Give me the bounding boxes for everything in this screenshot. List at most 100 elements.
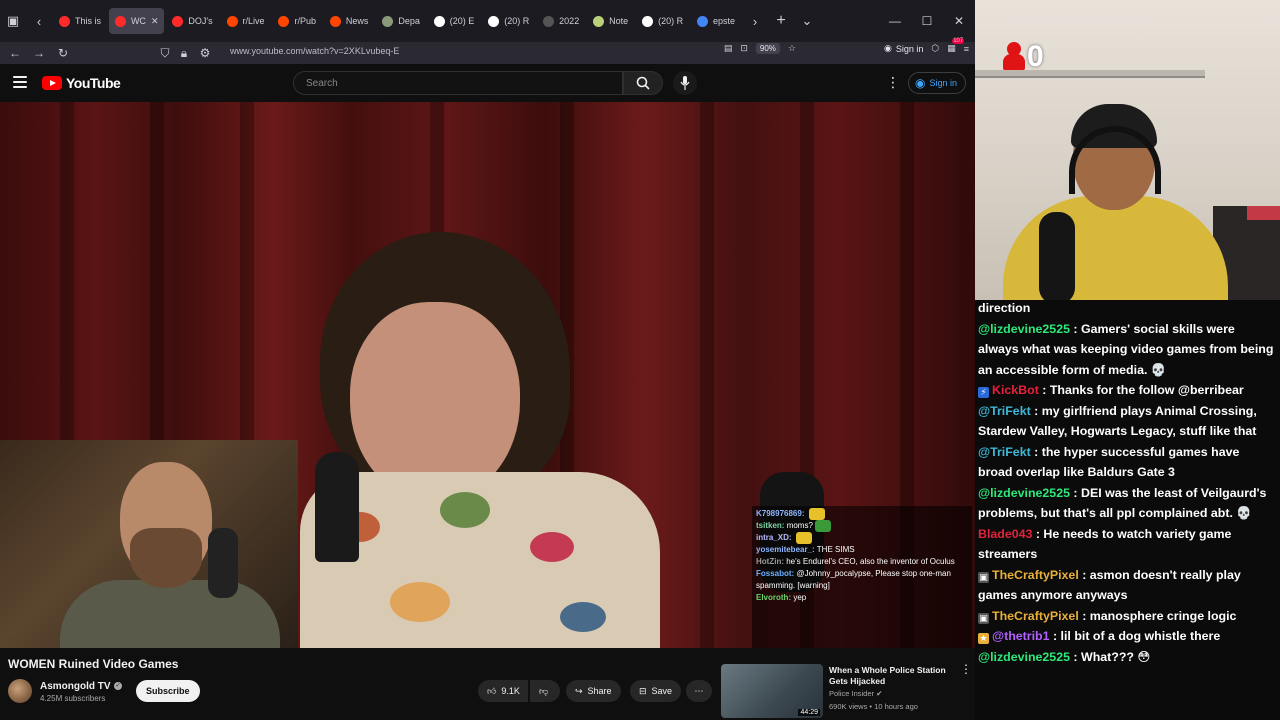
tab-favicon-icon xyxy=(59,15,70,27)
url-bar[interactable]: www.youtube.com/watch?v=2XKLvubeq-E xyxy=(230,46,399,56)
chat-message: @TriFekt : my girlfriend plays Animal Cr… xyxy=(978,401,1276,442)
browser-tab[interactable]: r/Live xyxy=(221,8,271,34)
recommended-title[interactable]: When a Whole Police Station Gets Hijacke… xyxy=(829,665,959,687)
tab-label: (20) E xyxy=(449,16,475,26)
browser-tab[interactable]: r/Pub xyxy=(272,8,321,34)
chat-username[interactable]: @lizdevine2525 xyxy=(978,322,1070,336)
subscribe-button[interactable]: Subscribe xyxy=(136,680,200,702)
youtube-header: YouTube Search ⋮ ◉ Sign in xyxy=(0,64,975,102)
browser-tab[interactable]: 2022 xyxy=(537,8,585,34)
follower-counter: 0 xyxy=(1003,40,1044,74)
tab-favicon-icon xyxy=(593,15,605,27)
chat-username[interactable]: Blade043 xyxy=(978,527,1032,541)
youtube-sign-in-button[interactable]: ◉ Sign in xyxy=(908,72,967,94)
chat-username[interactable]: KickBot xyxy=(992,383,1039,397)
chat-username[interactable]: TheCraftyPixel xyxy=(992,568,1079,582)
overlay-chat-message: intra_XD: xyxy=(756,532,968,545)
notifications-icon[interactable]: ▦ 107 xyxy=(947,38,965,54)
browser-tab[interactable]: WC ✕ xyxy=(108,8,165,34)
channel-avatar[interactable] xyxy=(8,679,32,703)
list-tabs-icon[interactable]: ⌄ xyxy=(794,8,820,34)
search-button[interactable] xyxy=(623,71,663,95)
bookmark-star-icon[interactable]: ☆ xyxy=(788,43,796,54)
video-player[interactable]: K798976869: tsitken: moms? intra_XD: yose… xyxy=(0,102,975,648)
reader-view-icon[interactable]: ▤ xyxy=(724,43,733,54)
search-input[interactable]: Search xyxy=(293,71,623,95)
maximize-icon[interactable]: ☐ xyxy=(911,14,943,28)
chat-username[interactable]: TheCraftyPixel xyxy=(992,609,1079,623)
browser-nav-bar: ← → ↻ ⛉ 🔒︎ ⚙ www.youtube.com/watch?v=2XK… xyxy=(0,38,975,64)
scroll-tabs-right-icon[interactable]: › xyxy=(742,8,768,34)
recommended-thumbnail[interactable]: 44:29 xyxy=(721,664,823,718)
overlay-chat-text: moms? xyxy=(786,521,813,531)
chat-message: @lizdevine2525 : DEI was the least of Ve… xyxy=(978,483,1276,524)
recommended-channel[interactable]: Police Insider ✔ xyxy=(829,689,882,698)
channel-name[interactable]: Asmongold TV xyxy=(40,681,111,692)
tab-label: News xyxy=(345,16,369,26)
tab-favicon-icon xyxy=(543,15,555,27)
new-tab-icon[interactable]: + xyxy=(768,8,794,34)
nav-right-group: ▤ ⊡ 90% ☆ ◉ Sign in ⬡ ▦ 107 ≡ xyxy=(724,38,969,54)
scroll-tabs-left-icon[interactable]: ‹ xyxy=(26,8,52,34)
overlay-chat: K798976869: tsitken: moms? intra_XD: yose… xyxy=(752,506,972,648)
tab-favicon-icon xyxy=(433,15,445,27)
chat-message: @lizdevine2525 : Gamers' social skills w… xyxy=(978,319,1276,381)
like-count: 9.1K xyxy=(501,686,520,696)
guide-menu-icon[interactable] xyxy=(13,76,27,88)
youtube-logo[interactable]: YouTube xyxy=(42,75,121,91)
browser-tab[interactable]: Note xyxy=(587,8,634,34)
tab-favicon-icon xyxy=(488,15,500,27)
tab-overview-icon[interactable]: ▣ xyxy=(0,8,26,34)
screenshot-icon[interactable]: ⊡ xyxy=(740,43,748,54)
reload-icon[interactable]: ↻ xyxy=(51,46,75,60)
settings-kebab-icon[interactable]: ⋮ xyxy=(886,75,900,89)
overlay-chat-user: intra_XD: xyxy=(756,533,792,543)
dislike-button[interactable]: 👎︎ xyxy=(530,680,560,702)
browser-tab[interactable]: (20) R xyxy=(636,8,689,34)
youtube-play-icon xyxy=(42,76,62,90)
app-menu-icon[interactable]: ≡ xyxy=(964,44,969,54)
mod-badge-icon: ▣ xyxy=(978,571,989,583)
like-button[interactable]: 👍︎ 9.1K xyxy=(478,680,528,702)
zoom-level[interactable]: 90% xyxy=(755,43,780,54)
browser-tab[interactable]: News xyxy=(324,8,374,34)
more-actions-button[interactable]: ⋯ xyxy=(686,680,712,702)
chat-message: direction xyxy=(978,300,1276,319)
screen: ▣ ‹ This is WC ✕ DOJ's r/Live r/Pub News Depa (2… xyxy=(0,0,1280,720)
chat-username[interactable]: @TriFekt xyxy=(978,445,1031,459)
browser-tab[interactable]: This is xyxy=(53,8,107,34)
recommended-menu-icon[interactable]: ⋮ xyxy=(960,663,972,675)
chat-message: ▣ TheCraftyPixel : manosphere cringe logi… xyxy=(978,606,1276,627)
tab-label: Depa xyxy=(398,16,420,26)
chat-username[interactable]: @thetrib1 xyxy=(992,629,1050,643)
voice-search-button[interactable] xyxy=(673,71,697,95)
minimize-icon[interactable]: — xyxy=(879,14,911,28)
browser-tab[interactable]: (20) E xyxy=(428,8,480,34)
browser-tab[interactable]: DOJ's xyxy=(166,8,218,34)
browser-sign-in[interactable]: ◉ Sign in xyxy=(884,43,923,54)
recommended-meta: 690K views • 10 hours ago xyxy=(829,702,918,711)
close-tab-icon[interactable]: ✕ xyxy=(151,16,159,27)
chat-username[interactable]: @TriFekt xyxy=(978,404,1031,418)
chat-username[interactable]: @lizdevine2525 xyxy=(978,486,1070,500)
mod-badge-icon: ▣ xyxy=(978,612,989,624)
browser-tab[interactable]: (20) R xyxy=(482,8,535,34)
microphone-icon xyxy=(680,76,690,90)
extensions-icon[interactable]: ⬡ xyxy=(931,43,939,54)
close-window-icon[interactable]: ✕ xyxy=(943,14,975,28)
thumbs-down-icon: 👎︎ xyxy=(539,685,549,696)
save-button[interactable]: ⊟ Save xyxy=(630,680,682,702)
chat-username[interactable]: @lizdevine2525 xyxy=(978,650,1070,664)
chat-message: @lizdevine2525 : What??? 😳 xyxy=(978,647,1276,668)
overlay-chat-text: he's Endurel's CEO, also the inventor of… xyxy=(786,557,955,567)
permissions-icon[interactable]: ⚙ xyxy=(193,46,217,60)
browser-tab[interactable]: epste xyxy=(691,8,741,34)
back-icon[interactable]: ← xyxy=(3,46,27,60)
emote-icon xyxy=(795,532,812,545)
tab-favicon-icon xyxy=(114,15,126,27)
tab-label: epste xyxy=(713,16,736,26)
notif-count-badge: 107 xyxy=(952,38,965,44)
browser-tab[interactable]: Depa xyxy=(376,8,425,34)
forward-icon[interactable]: → xyxy=(27,46,51,60)
share-button[interactable]: ↪ Share xyxy=(566,680,621,702)
